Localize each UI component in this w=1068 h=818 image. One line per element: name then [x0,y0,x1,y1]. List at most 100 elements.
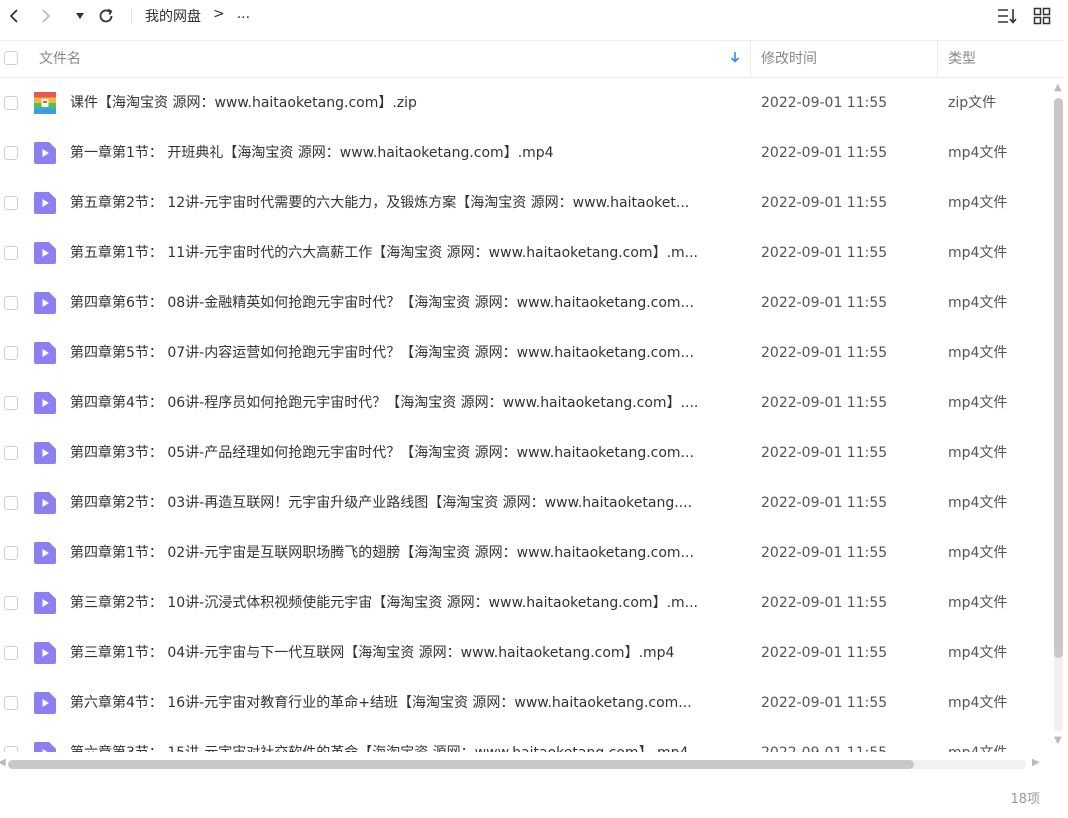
history-dropdown-button[interactable] [72,4,88,28]
video-file-icon [34,442,56,464]
table-row[interactable]: 第四章第3节： 05讲-产品经理如何抢跑元宇宙时代？【海淘宝资 源网：www.h… [0,428,1052,478]
table-row[interactable]: 第一章第1节： 开班典礼【海淘宝资 源网：www.haitaoketang.co… [0,128,1052,178]
modified-time: 2022-09-01 11:55 [761,395,888,411]
select-all-checkbox[interactable] [4,51,18,65]
column-divider[interactable] [937,41,938,77]
table-row[interactable]: 第五章第1节： 11讲-元宇宙时代的六大高薪工作【海淘宝资 源网：www.hai… [0,228,1052,278]
row-checkbox[interactable] [4,546,18,560]
file-type: mp4文件 [948,545,1008,561]
column-name-header[interactable]: 文件名 [39,41,81,77]
modified-time: 2022-09-01 11:55 [761,195,888,211]
breadcrumb-root[interactable]: 我的网盘 [145,6,201,26]
file-name[interactable]: 第六章第4节： 16讲-元宇宙对教育行业的革命+结班【海淘宝资 源网：www.h… [70,678,738,728]
vertical-scrollbar[interactable]: ▲ ▼ [1052,80,1066,752]
grid-icon [1033,7,1051,25]
file-type: zip文件 [948,95,997,111]
column-header: 文件名 修改时间 类型 [0,40,1064,78]
row-checkbox[interactable] [4,246,18,260]
row-checkbox[interactable] [4,296,18,310]
table-row[interactable]: 第三章第2节： 10讲-沉浸式体积视频使能元宇宙【海淘宝资 源网：www.hai… [0,578,1052,628]
video-file-icon [34,392,56,414]
file-type: mp4文件 [948,245,1008,261]
file-name[interactable]: 第一章第1节： 开班典礼【海淘宝资 源网：www.haitaoketang.co… [70,128,738,178]
file-type: mp4文件 [948,445,1008,461]
column-divider[interactable] [750,41,751,77]
breadcrumb-separator: > [213,6,225,22]
scroll-thumb[interactable] [8,760,914,769]
file-name[interactable]: 第五章第1节： 11讲-元宇宙时代的六大高薪工作【海淘宝资 源网：www.hai… [70,228,738,278]
horizontal-scrollbar[interactable]: ◀ ▶ [0,756,1052,772]
file-name[interactable]: 第四章第5节： 07讲-内容运营如何抢跑元宇宙时代？【海淘宝资 源网：www.h… [70,328,738,378]
file-type: mp4文件 [948,145,1008,161]
table-row[interactable]: 第六章第4节： 16讲-元宇宙对教育行业的革命+结班【海淘宝资 源网：www.h… [0,678,1052,728]
file-type: mp4文件 [948,728,1007,752]
scroll-down-arrow-icon[interactable]: ▼ [1054,735,1062,746]
file-name[interactable]: 第三章第1节： 04讲-元宇宙与下一代互联网【海淘宝资 源网：www.haita… [70,628,738,678]
file-name[interactable]: 第四章第6节： 08讲-金融精英如何抢跑元宇宙时代？【海淘宝资 源网：www.h… [70,278,738,328]
back-button[interactable] [4,4,24,28]
zip-archive-icon [34,92,56,114]
forward-button[interactable] [36,4,56,28]
column-time-header[interactable]: 修改时间 [761,41,817,77]
table-row[interactable]: 第四章第4节： 06讲-程序员如何抢跑元宇宙时代？【海淘宝资 源网：www.ha… [0,378,1052,428]
file-name[interactable]: 第四章第4节： 06讲-程序员如何抢跑元宇宙时代？【海淘宝资 源网：www.ha… [70,378,738,428]
video-file-icon [34,292,56,314]
column-type-header[interactable]: 类型 [948,41,976,77]
row-checkbox[interactable] [4,496,18,510]
refresh-icon [99,8,113,23]
table-row[interactable]: 第四章第1节： 02讲-元宇宙是互联网职场腾飞的翅膀【海淘宝资 源网：www.h… [0,528,1052,578]
file-name[interactable]: 第四章第1节： 02讲-元宇宙是互联网职场腾飞的翅膀【海淘宝资 源网：www.h… [70,528,738,578]
chevron-left-icon [9,9,18,23]
file-name[interactable]: 第六章第3节： 15讲-元宇宙对社交软件的革命【海淘宝资 源网：www.hait… [70,728,738,752]
file-type: mp4文件 [948,495,1008,511]
sort-arrow-icon[interactable] [730,41,740,77]
table-row[interactable]: 第三章第1节： 04讲-元宇宙与下一代互联网【海淘宝资 源网：www.haita… [0,628,1052,678]
table-row[interactable]: 第六章第3节： 15讲-元宇宙对社交软件的革命【海淘宝资 源网：www.hait… [0,728,1052,752]
item-count: 18项 [1010,792,1040,807]
table-row[interactable]: 第四章第2节： 03讲-再造互联网！元宇宙升级产业路线图【海淘宝资 源网：www… [0,478,1052,528]
breadcrumb-ellipsis[interactable]: ... [237,6,250,26]
file-type: mp4文件 [948,345,1008,361]
modified-time: 2022-09-01 11:55 [761,728,887,752]
sort-list-icon [998,9,1017,24]
breadcrumb: 我的网盘 > ... [145,6,250,26]
modified-time: 2022-09-01 11:55 [761,495,888,511]
row-checkbox[interactable] [4,596,18,610]
grid-view-button[interactable] [1030,4,1054,28]
row-checkbox[interactable] [4,646,18,660]
scroll-right-arrow-icon[interactable]: ▶ [1032,757,1040,768]
video-file-icon [34,492,56,514]
file-name[interactable]: 课件【海淘宝资 源网：www.haitaoketang.com】.zip [70,78,738,128]
scroll-left-arrow-icon[interactable]: ◀ [0,757,6,768]
file-type: mp4文件 [948,645,1008,661]
file-name[interactable]: 第五章第2节： 12讲-元宇宙时代需要的六大能力，及锻炼方案【海淘宝资 源网：w… [70,178,738,228]
file-type: mp4文件 [948,595,1008,611]
row-checkbox[interactable] [4,396,18,410]
row-checkbox[interactable] [4,196,18,210]
refresh-button[interactable] [95,4,117,28]
table-row[interactable]: 课件【海淘宝资 源网：www.haitaoketang.com】.zip 2022… [0,78,1052,128]
scroll-thumb[interactable] [1054,98,1063,658]
table-row[interactable]: 第四章第5节： 07讲-内容运营如何抢跑元宇宙时代？【海淘宝资 源网：www.h… [0,328,1052,378]
row-checkbox[interactable] [4,346,18,360]
row-checkbox[interactable] [4,696,18,710]
modified-time: 2022-09-01 11:55 [761,645,888,661]
modified-time: 2022-09-01 11:55 [761,145,888,161]
row-checkbox[interactable] [4,146,18,160]
video-file-icon [34,642,56,664]
table-row[interactable]: 第五章第2节： 12讲-元宇宙时代需要的六大能力，及锻炼方案【海淘宝资 源网：w… [0,178,1052,228]
modified-time: 2022-09-01 11:55 [761,545,888,561]
file-name[interactable]: 第四章第3节： 05讲-产品经理如何抢跑元宇宙时代？【海淘宝资 源网：www.h… [70,428,738,478]
scroll-up-arrow-icon[interactable]: ▲ [1054,82,1062,93]
row-checkbox[interactable] [4,446,18,460]
file-type: mp4文件 [948,395,1008,411]
file-name[interactable]: 第四章第2节： 03讲-再造互联网！元宇宙升级产业路线图【海淘宝资 源网：www… [70,478,738,528]
video-file-icon [34,742,56,752]
video-file-icon [34,542,56,564]
table-row[interactable]: 第四章第6节： 08讲-金融精英如何抢跑元宇宙时代？【海淘宝资 源网：www.h… [0,278,1052,328]
row-checkbox[interactable] [4,96,18,110]
modified-time: 2022-09-01 11:55 [761,445,888,461]
sort-button[interactable] [994,4,1020,28]
row-checkbox[interactable] [4,746,18,752]
file-name[interactable]: 第三章第2节： 10讲-沉浸式体积视频使能元宇宙【海淘宝资 源网：www.hai… [70,578,738,628]
